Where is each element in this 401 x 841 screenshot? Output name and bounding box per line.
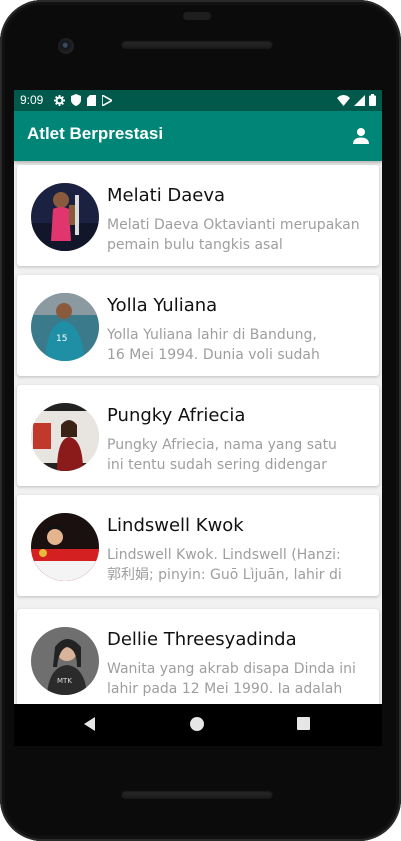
athlete-desc-line: Melati Daeva Oktavianti merupakan [107, 217, 360, 233]
athlete-desc-line: lahir pada 12 Mei 1990. Ia adalah [107, 681, 343, 697]
athlete-description: Yolla Yuliana lahir di Bandung, 16 Mei 1… [107, 325, 369, 365]
screen: 9:09 Atlet Berprestasi Melati Daeva Mela… [14, 90, 382, 704]
athlete-card[interactable]: Pungky Afriecia Pungky Afriecia, nama ya… [17, 385, 379, 486]
phone-frame: 9:09 Atlet Berprestasi Melati Daeva Mela… [0, 0, 401, 841]
athlete-avatar [31, 513, 99, 581]
athlete-description: Melati Daeva Oktavianti merupakan pemain… [107, 215, 369, 255]
back-triangle-icon[interactable] [84, 717, 95, 731]
bottom-speaker [121, 790, 273, 799]
status-right-icons [337, 94, 376, 106]
athlete-avatar [31, 403, 99, 471]
athlete-name: Dellie Threesyadinda [107, 629, 297, 650]
person-icon[interactable] [352, 127, 370, 145]
status-bar: 9:09 [14, 90, 382, 111]
athlete-avatar [31, 183, 99, 251]
athlete-name: Lindswell Kwok [107, 515, 244, 536]
recent-square-icon[interactable] [297, 717, 310, 730]
battery-icon [369, 94, 376, 106]
athlete-card[interactable]: 15 Yolla Yuliana Yolla Yuliana lahir di … [17, 275, 379, 376]
signal-icon [354, 94, 365, 106]
athlete-desc-line: Pungky Afriecia, nama yang satu [107, 437, 337, 453]
athlete-list[interactable]: Melati Daeva Melati Daeva Oktavianti mer… [14, 161, 382, 704]
athlete-name: Yolla Yuliana [107, 295, 218, 316]
athlete-card[interactable]: Melati Daeva Melati Daeva Oktavianti mer… [17, 165, 379, 266]
athlete-card[interactable]: Lindswell Kwok Lindswell Kwok. Lindswell… [17, 495, 379, 596]
athlete-description: Pungky Afriecia, nama yang satu ini tent… [107, 435, 369, 475]
phone-sensor [183, 12, 211, 20]
athlete-name: Pungky Afriecia [107, 405, 246, 426]
athlete-avatar: MTK [31, 627, 99, 695]
app-bar: Atlet Berprestasi [14, 111, 382, 161]
athlete-description: Wanita yang akrab disapa Dinda ini lahir… [107, 659, 369, 699]
navigation-bar [14, 704, 382, 746]
athlete-desc-line: 郭利娟; pinyin: Guō Lìjuān, lahir di [107, 567, 342, 583]
wifi-icon [337, 94, 350, 106]
status-time: 9:09 [20, 93, 44, 107]
athlete-desc-line: pemain bulu tangkis asal [107, 237, 283, 253]
athlete-desc-line: 16 Mei 1994. Dunia voli sudah [107, 347, 320, 363]
athlete-name: Melati Daeva [107, 185, 226, 206]
status-left-icons [54, 94, 112, 106]
top-speaker [121, 40, 273, 49]
athlete-desc-line: Yolla Yuliana lahir di Bandung, [107, 327, 317, 343]
play-store-icon [102, 94, 112, 106]
athlete-card[interactable]: MTK Dellie Threesyadinda Wanita yang akr… [17, 609, 379, 704]
athlete-desc-line: ini tentu sudah sering didengar [107, 457, 327, 473]
gear-icon [54, 94, 65, 106]
svg-text:MTK: MTK [57, 677, 72, 685]
front-camera [58, 38, 74, 54]
home-circle-icon[interactable] [190, 717, 204, 731]
athlete-description: Lindswell Kwok. Lindswell (Hanzi: 郭利娟; p… [107, 545, 369, 585]
shield-icon [71, 94, 81, 106]
svg-text:15: 15 [56, 334, 67, 344]
athlete-desc-line: Lindswell Kwok. Lindswell (Hanzi: [107, 547, 341, 563]
sd-card-icon [87, 94, 96, 106]
athlete-avatar: 15 [31, 293, 99, 361]
app-title: Atlet Berprestasi [27, 124, 164, 143]
athlete-desc-line: Wanita yang akrab disapa Dinda ini [107, 661, 356, 677]
